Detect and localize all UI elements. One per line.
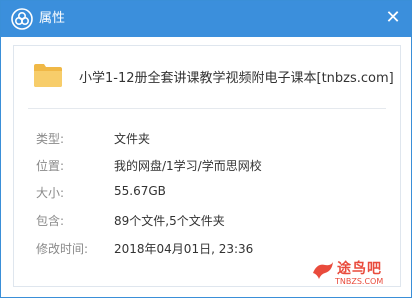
item-name: 小学1-12册全套讲课教学视频附电子课本[tnbzs.com] <box>79 71 394 86</box>
property-label: 包含: <box>36 214 65 228</box>
watermark-name: 途鸟吧 <box>337 261 382 277</box>
properties-dialog: 属性 ✕ 小学1-12册全套讲课教学视频附电子课本[tnbzs.com] 类型:… <box>0 0 412 298</box>
title-bar[interactable]: 属性 ✕ <box>1 1 411 37</box>
properties-panel: 小学1-12册全套讲课教学视频附电子课本[tnbzs.com] 类型: 文件夹 … <box>13 45 401 287</box>
folder-icon <box>34 64 62 87</box>
watermark: 途鸟吧 TNBZS.COM <box>311 255 397 289</box>
close-button[interactable]: ✕ <box>383 8 403 28</box>
property-value: 文件夹 <box>114 132 151 146</box>
property-value: 2018年04月01日, 23:36 <box>114 242 254 256</box>
divider <box>28 108 386 109</box>
property-value: 55.67GB <box>114 184 166 198</box>
property-label: 大小: <box>36 186 65 200</box>
close-icon[interactable]: ✕ <box>385 7 400 28</box>
property-row-contains: 包含: 89个文件,5个文件夹 <box>14 210 400 230</box>
watermark-url: TNBZS.COM <box>335 277 384 286</box>
property-row-location: 位置: 我的网盘/1学习/学而思网校 <box>14 155 400 175</box>
property-row-type: 类型: 文件夹 <box>14 128 400 148</box>
property-label: 修改时间: <box>36 242 89 256</box>
property-value: 89个文件,5个文件夹 <box>114 214 225 228</box>
property-value: 我的网盘/1学习/学而思网校 <box>114 159 262 173</box>
property-label: 类型: <box>36 132 65 146</box>
window-title: 属性 <box>39 11 66 26</box>
property-row-size: 大小: 55.67GB <box>14 182 400 202</box>
cloud-drive-icon <box>11 8 33 30</box>
bird-logo-icon <box>313 262 333 279</box>
property-label: 位置: <box>36 159 65 173</box>
